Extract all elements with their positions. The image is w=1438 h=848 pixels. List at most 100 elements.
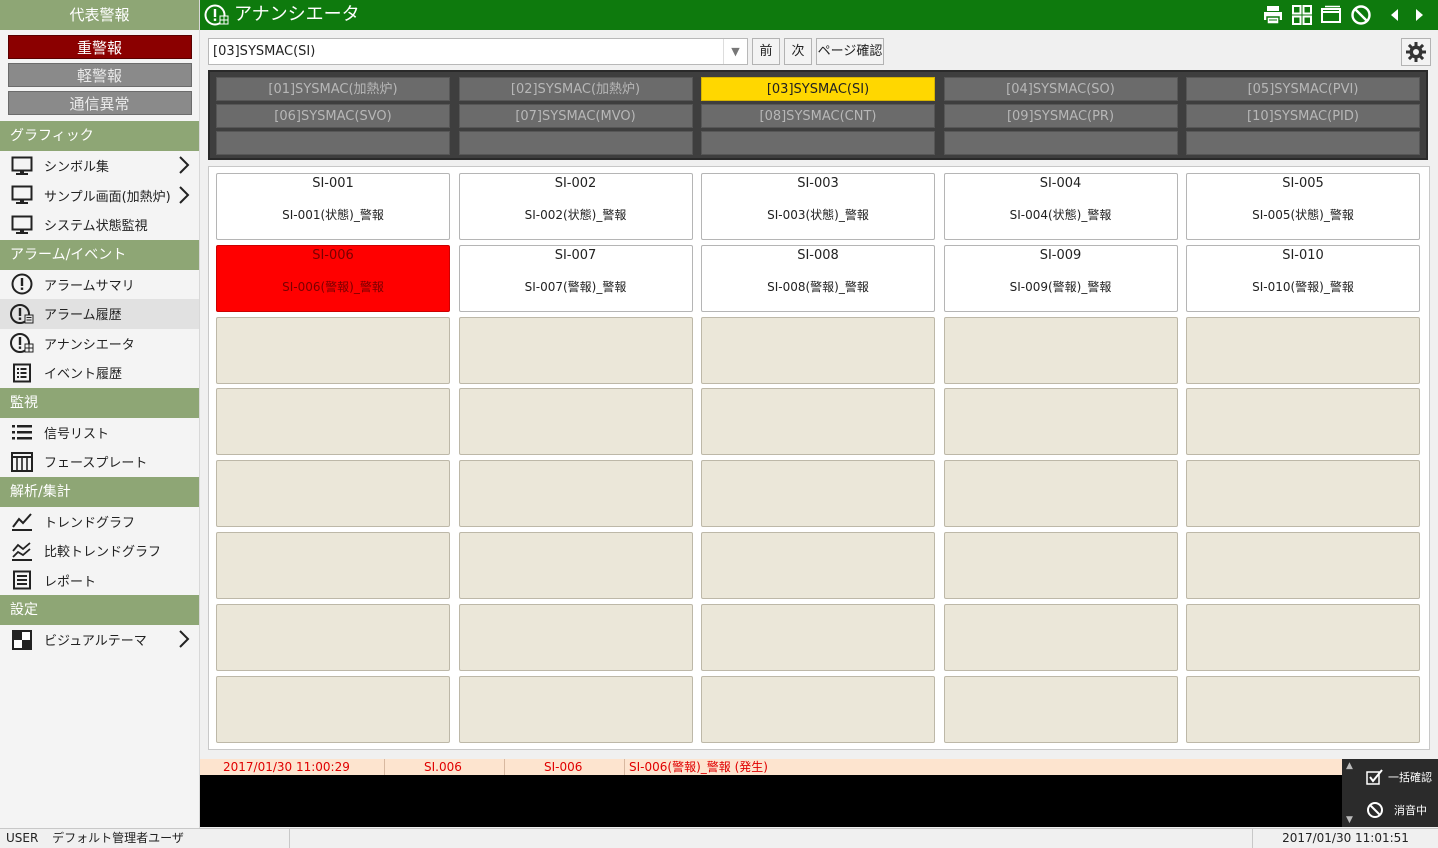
annunciator-cell-empty[interactable] bbox=[943, 316, 1178, 384]
annunciator-cell-empty[interactable] bbox=[943, 460, 1178, 528]
annunciator-cell-empty[interactable] bbox=[458, 675, 693, 743]
annunciator-cell-empty[interactable] bbox=[458, 388, 693, 456]
annunciator-cell-empty[interactable] bbox=[216, 316, 450, 384]
page-tab[interactable]: [07]SYSMAC(MVO) bbox=[458, 104, 693, 128]
sidebar-item-sample[interactable]: サンプル画面(加熱炉) bbox=[0, 181, 199, 211]
silence-button[interactable]: 消音中 bbox=[1360, 795, 1436, 825]
sidebar-item-annunciator[interactable]: アナンシエータ bbox=[0, 329, 199, 359]
heavy-alarm-button[interactable]: 重警報 bbox=[7, 35, 192, 59]
alarm-message: SI-006(警報)_警報 (発生) bbox=[629, 760, 768, 774]
annunciator-cell[interactable]: SI-002 SI-002(状態)_警報 bbox=[458, 173, 693, 240]
annunciator-cell-empty[interactable] bbox=[701, 460, 935, 528]
sidebar-item-compare-trend[interactable]: 比較トレンドグラフ bbox=[0, 536, 199, 566]
annunciator-icon bbox=[10, 332, 34, 354]
sidebar-item-label: システム状態監視 bbox=[44, 219, 148, 235]
annunciator-cell-empty[interactable] bbox=[1186, 460, 1420, 528]
comm-error-button[interactable]: 通信異常 bbox=[7, 91, 192, 115]
dropdown-arrow-icon[interactable]: ▼ bbox=[723, 39, 747, 64]
page-tab[interactable]: [02]SYSMAC(加熱炉) bbox=[458, 77, 693, 101]
page-select[interactable]: [03]SYSMAC(SI) ▼ bbox=[208, 38, 748, 65]
annunciator-cell-empty[interactable] bbox=[216, 460, 450, 528]
annunciator-cell-empty[interactable] bbox=[458, 532, 693, 599]
page-tab[interactable]: [09]SYSMAC(PR) bbox=[943, 104, 1178, 128]
page-tab[interactable] bbox=[458, 131, 693, 155]
light-alarm-button[interactable]: 軽警報 bbox=[7, 63, 192, 87]
scroll-up-icon[interactable]: ▲ bbox=[1346, 761, 1353, 771]
prev-page-button[interactable]: 前 bbox=[752, 38, 780, 65]
sidebar-item-faceplate[interactable]: フェースプレート bbox=[0, 447, 199, 477]
page-tab[interactable]: [10]SYSMAC(PID) bbox=[1186, 104, 1420, 128]
annunciator-cell-empty[interactable] bbox=[216, 388, 450, 456]
mute-icon[interactable] bbox=[1350, 4, 1372, 26]
annunciator-cell-empty[interactable] bbox=[458, 603, 693, 671]
chevron-right-icon bbox=[179, 185, 190, 204]
next-page-button[interactable]: 次 bbox=[784, 38, 812, 65]
annunciator-cell-empty[interactable] bbox=[701, 316, 935, 384]
annunciator-cell-empty[interactable] bbox=[216, 603, 450, 671]
annunciator-grid: SI-001 SI-001(状態)_警報 SI-002 SI-002(状態)_警報 SI… bbox=[208, 166, 1430, 750]
cell-name: SI-004 bbox=[1039, 176, 1082, 191]
annunciator-cell[interactable]: SI-007 SI-007(警報)_警報 bbox=[458, 244, 693, 312]
annunciator-cell-empty[interactable] bbox=[1186, 388, 1420, 456]
annunciator-cell-empty[interactable] bbox=[701, 675, 935, 743]
settings-button[interactable] bbox=[1401, 38, 1431, 66]
sidebar-item-alarm-summary[interactable]: アラームサマリ bbox=[0, 270, 199, 300]
annunciator-cell-empty[interactable] bbox=[1186, 532, 1420, 599]
print-icon[interactable] bbox=[1262, 4, 1284, 26]
sidebar-item-report[interactable]: レポート bbox=[0, 566, 199, 596]
annunciator-cell-empty[interactable] bbox=[943, 603, 1178, 671]
page-confirm-button[interactable]: ページ確認 bbox=[816, 38, 884, 65]
window-icon[interactable] bbox=[1320, 4, 1342, 26]
sidebar-item-alarm-history[interactable]: アラーム履歴 bbox=[0, 299, 199, 329]
annunciator-cell-empty[interactable] bbox=[701, 603, 935, 671]
page-tab[interactable] bbox=[1186, 131, 1420, 155]
scroll-down-icon[interactable]: ▼ bbox=[1346, 815, 1353, 825]
annunciator-cell-empty[interactable] bbox=[943, 675, 1178, 743]
annunciator-cell-empty[interactable] bbox=[1186, 603, 1420, 671]
ack-all-button[interactable]: 一括確認 bbox=[1360, 762, 1436, 792]
annunciator-cell-empty[interactable] bbox=[216, 532, 450, 599]
monitor-icon bbox=[10, 184, 34, 206]
page-tab[interactable]: [01]SYSMAC(加熱炉) bbox=[216, 77, 450, 101]
annunciator-cell-empty[interactable] bbox=[701, 388, 935, 456]
sidebar-item-trend-graph[interactable]: トレンドグラフ bbox=[0, 507, 199, 537]
annunciator-cell[interactable]: SI-003 SI-003(状態)_警報 bbox=[701, 173, 935, 240]
sidebar-item-label: シンボル集 bbox=[44, 160, 110, 176]
prev-arrow-icon[interactable] bbox=[1384, 4, 1406, 26]
sidebar-item-visual-theme[interactable]: ビジュアルテーマ bbox=[0, 625, 199, 655]
annunciator-cell[interactable]: SI-005 SI-005(状態)_警報 bbox=[1186, 173, 1420, 240]
annunciator-cell[interactable]: SI-004 SI-004(状態)_警報 bbox=[943, 173, 1178, 240]
sidebar-item-event-history[interactable]: イベント履歴 bbox=[0, 358, 199, 388]
annunciator-cell[interactable]: SI-009 SI-009(警報)_警報 bbox=[943, 244, 1178, 312]
page-tab[interactable] bbox=[701, 131, 935, 155]
section-monitor: 監視 bbox=[0, 387, 199, 418]
annunciator-cell[interactable]: SI-001 SI-001(状態)_警報 bbox=[216, 173, 450, 240]
sidebar-item-signal-list[interactable]: 信号リスト bbox=[0, 418, 199, 448]
annunciator-cell-empty[interactable] bbox=[216, 675, 450, 743]
annunciator-cell[interactable]: SI-010 SI-010(警報)_警報 bbox=[1186, 244, 1420, 312]
alarm-scrollbar[interactable]: ▲ ▼ bbox=[1342, 759, 1358, 827]
page-tab[interactable]: [05]SYSMAC(PVI) bbox=[1186, 77, 1420, 101]
page-tab[interactable]: [08]SYSMAC(CNT) bbox=[701, 104, 935, 128]
annunciator-cell-empty[interactable] bbox=[458, 316, 693, 384]
annunciator-cell-empty[interactable] bbox=[701, 532, 935, 599]
annunciator-cell-empty[interactable] bbox=[1186, 316, 1420, 384]
annunciator-cell-empty[interactable] bbox=[1186, 675, 1420, 743]
grid-layout-icon[interactable] bbox=[1291, 4, 1313, 26]
annunciator-cell[interactable]: SI-006 SI-006(警報)_警報 bbox=[216, 244, 450, 312]
page-tab[interactable]: [03]SYSMAC(SI) bbox=[701, 77, 935, 101]
alarm-message-row[interactable]: 2017/01/30 11:00:29 SI.006 SI-006 SI-006… bbox=[200, 759, 1342, 775]
page-tab[interactable]: [06]SYSMAC(SVO) bbox=[216, 104, 450, 128]
alarm-message-area[interactable] bbox=[200, 775, 1342, 827]
annunciator-cell-empty[interactable] bbox=[943, 388, 1178, 456]
page-tab[interactable] bbox=[216, 131, 450, 155]
annunciator-cell[interactable]: SI-008 SI-008(警報)_警報 bbox=[701, 244, 935, 312]
page-tab[interactable]: [04]SYSMAC(SO) bbox=[943, 77, 1178, 101]
monitor-icon bbox=[10, 155, 34, 177]
annunciator-cell-empty[interactable] bbox=[458, 460, 693, 528]
page-tab[interactable] bbox=[943, 131, 1178, 155]
sidebar-item-symbols[interactable]: シンボル集 bbox=[0, 151, 199, 181]
sidebar-item-system-status[interactable]: システム状態監視 bbox=[0, 210, 199, 240]
next-arrow-icon[interactable] bbox=[1408, 4, 1430, 26]
annunciator-cell-empty[interactable] bbox=[943, 532, 1178, 599]
